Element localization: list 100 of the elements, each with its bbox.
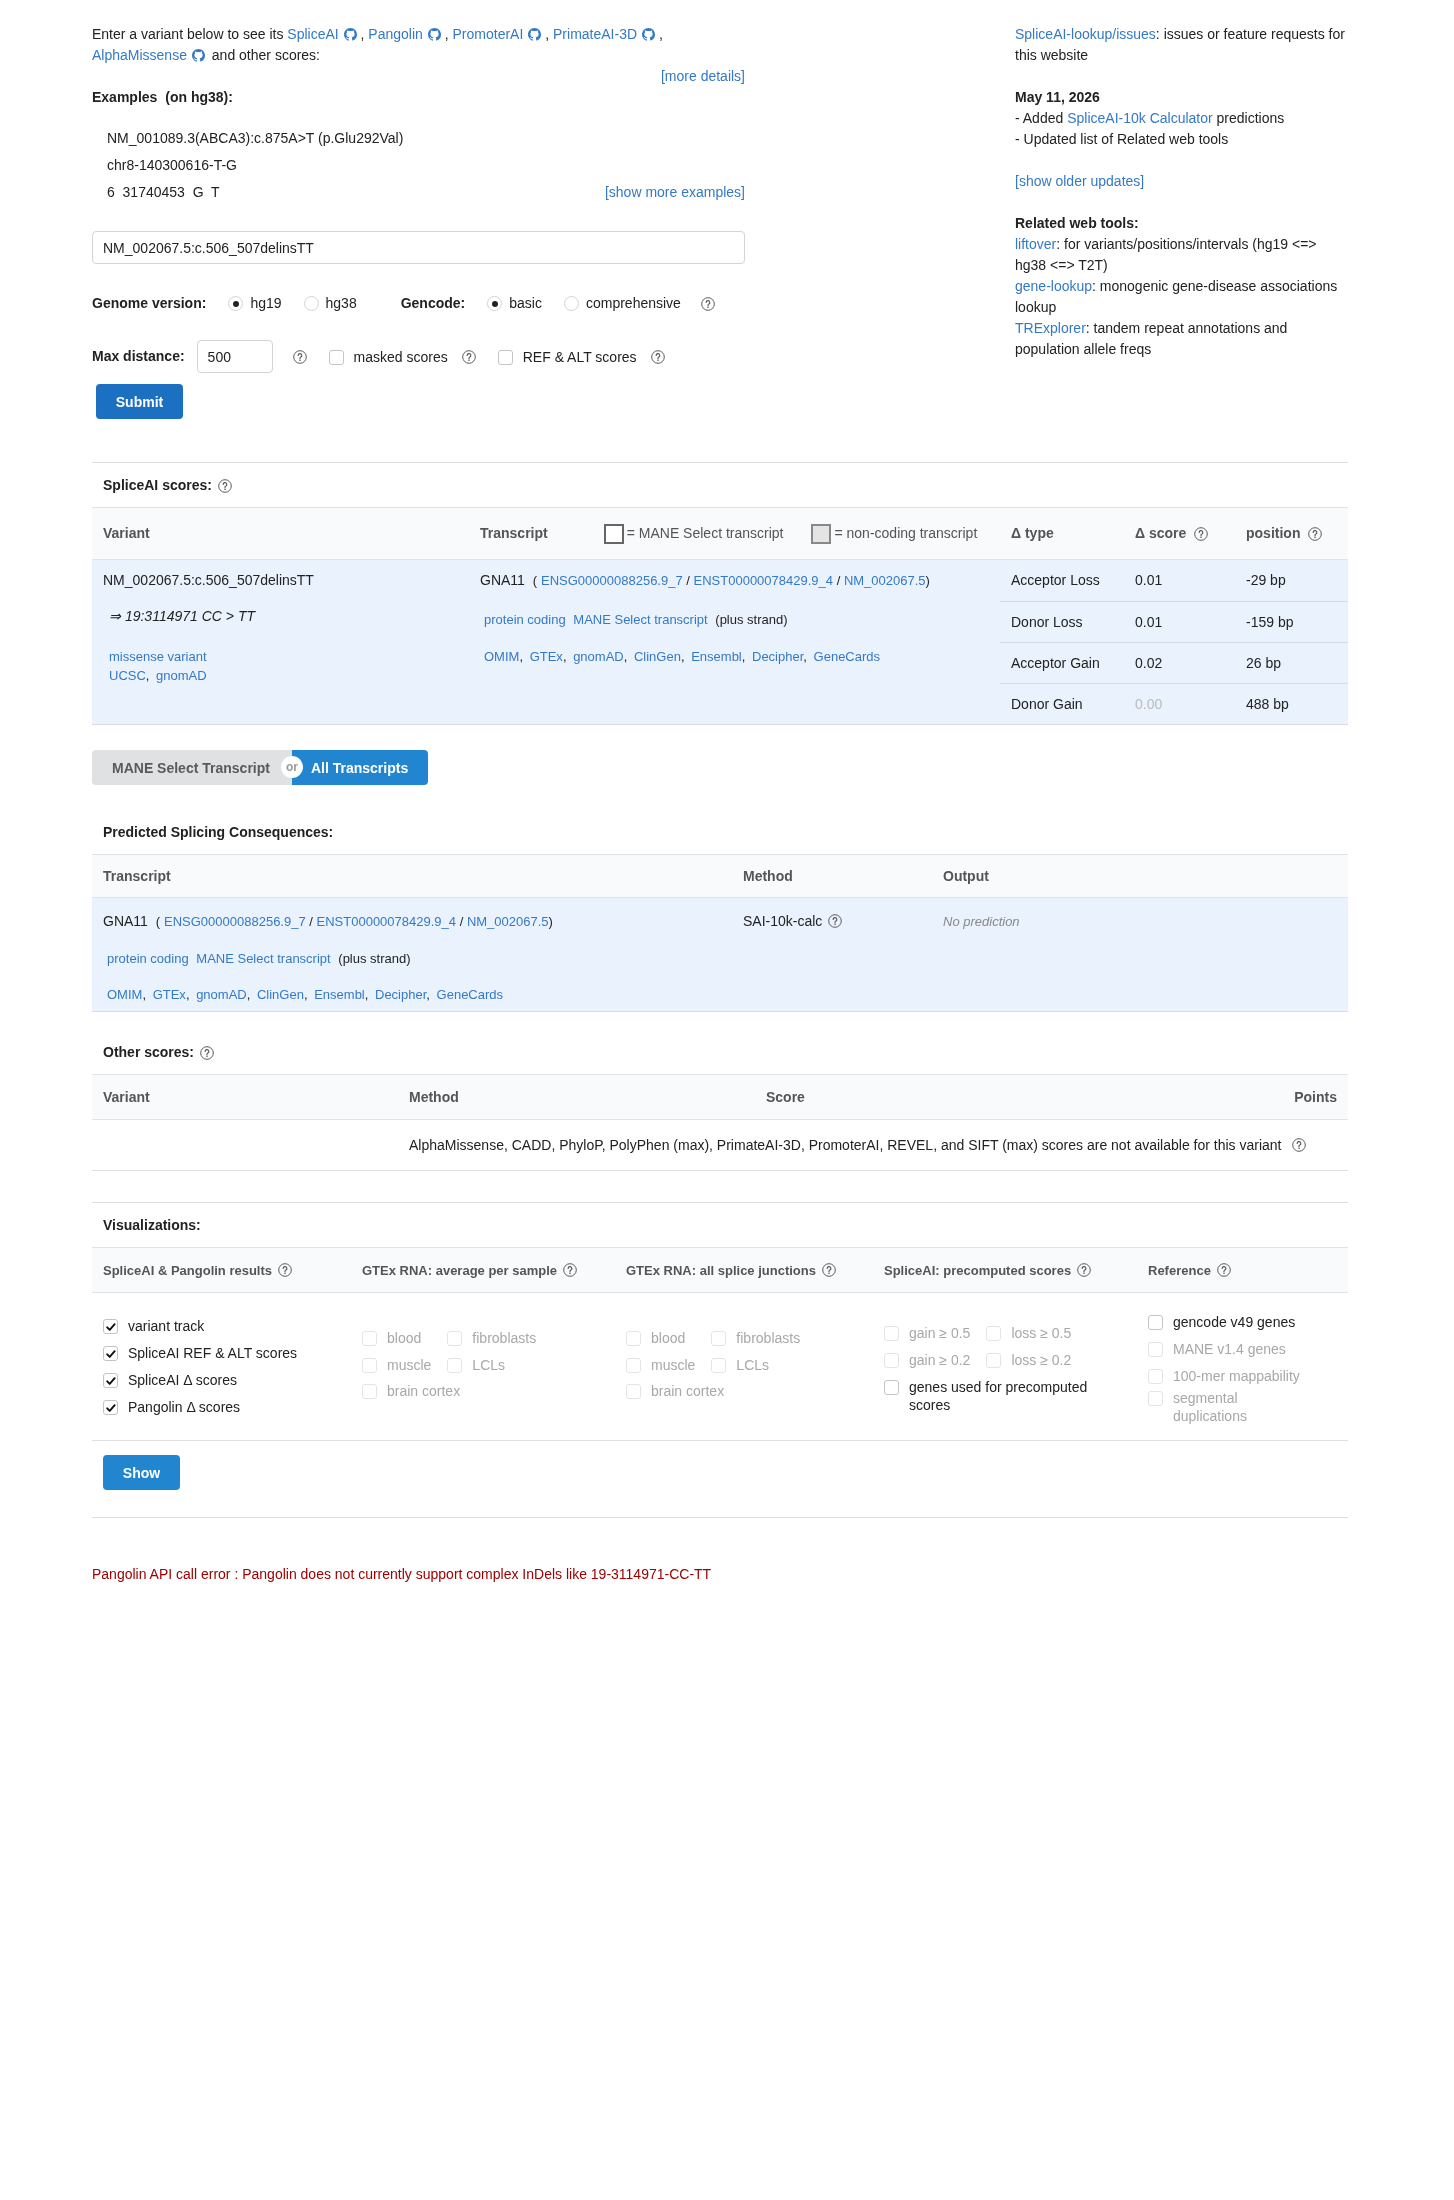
github-icon bbox=[191, 49, 205, 62]
external-link[interactable]: Decipher bbox=[375, 986, 427, 1002]
section-title: Visualizations: bbox=[103, 1216, 201, 1235]
help-icon[interactable] bbox=[1077, 1263, 1092, 1277]
checkbox[interactable] bbox=[103, 1319, 118, 1334]
transcript-id-link[interactable]: ENSG00000088256.9_7 bbox=[541, 572, 683, 588]
example-link[interactable]: chr8-140300616-T-G bbox=[107, 155, 404, 176]
help-icon[interactable] bbox=[563, 1263, 578, 1277]
help-icon[interactable] bbox=[828, 914, 843, 928]
related-heading: Related web tools: bbox=[1015, 214, 1140, 233]
external-link[interactable]: GTEx bbox=[529, 648, 563, 664]
help-icon[interactable] bbox=[278, 1263, 293, 1277]
transcript-id-link[interactable]: NM_002067.5 bbox=[843, 572, 926, 588]
checkbox[interactable] bbox=[328, 349, 344, 365]
external-link[interactable]: gnomAD bbox=[196, 986, 247, 1002]
section-title: Other scores: bbox=[103, 1043, 195, 1062]
field-label: Gencode: bbox=[400, 294, 466, 313]
radio-button[interactable] bbox=[303, 296, 319, 311]
checkbox[interactable] bbox=[103, 1400, 118, 1415]
delta-score: 0.01 bbox=[1135, 612, 1163, 632]
help-icon[interactable] bbox=[1194, 526, 1209, 541]
help-icon[interactable] bbox=[822, 1263, 836, 1277]
external-link[interactable]: gnomAD bbox=[573, 648, 624, 664]
news-item: - Updated list of Related web tools bbox=[1015, 130, 1230, 149]
external-link[interactable]: GTEx bbox=[152, 986, 186, 1002]
help-icon[interactable] bbox=[1308, 526, 1323, 541]
checkbox-label: Pangolin Δ scores bbox=[128, 1398, 241, 1416]
external-link[interactable]: Ensembl bbox=[691, 648, 742, 664]
transcript-id-link[interactable]: ENST00000078429.9_4 bbox=[693, 572, 834, 588]
checkbox-label: masked scores bbox=[353, 347, 448, 366]
tool-link[interactable]: PromoterAI bbox=[452, 26, 542, 42]
checkbox[interactable] bbox=[497, 349, 513, 365]
delta-position: -159 bp bbox=[1246, 612, 1294, 632]
transcript-tag-link[interactable]: MANE Select transcript bbox=[196, 950, 331, 966]
external-link[interactable]: gnomAD bbox=[156, 667, 207, 683]
tool-link[interactable]: SpliceAI bbox=[287, 26, 357, 42]
checkbox-label: REF & ALT scores bbox=[522, 347, 637, 366]
external-link[interactable]: ClinGen bbox=[633, 648, 681, 664]
help-icon[interactable] bbox=[217, 478, 232, 493]
checkbox[interactable] bbox=[884, 1379, 899, 1395]
show-button[interactable]: Show bbox=[103, 1455, 180, 1490]
checkbox[interactable] bbox=[103, 1373, 118, 1388]
intro-text: Enter a variant below to see its SpliceAI , Pangolin , PromoterAI , PrimateAI-3D , AlphaMissense and other scores: bbox=[92, 25, 664, 65]
external-link[interactable]: GeneCards bbox=[813, 648, 881, 664]
column-header: GTEx RNA: average per sample bbox=[362, 1261, 558, 1280]
external-link[interactable]: Ensembl bbox=[314, 986, 365, 1002]
tool-link[interactable]: PrimateAI-3D bbox=[553, 26, 656, 42]
section-title: SpliceAI scores: bbox=[103, 476, 212, 495]
more-details-link[interactable]: [more details] bbox=[660, 68, 745, 84]
external-link[interactable]: GeneCards bbox=[436, 986, 504, 1002]
column-header: Δ score bbox=[1135, 524, 1187, 543]
output-text: No prediction bbox=[943, 913, 1020, 929]
column-header: Output bbox=[943, 866, 989, 886]
issues-link[interactable]: SpliceAI-lookup/issues bbox=[1015, 26, 1156, 42]
external-link[interactable]: Decipher bbox=[752, 648, 804, 664]
transcript-id-link[interactable]: ENST00000078429.9_4 bbox=[316, 913, 457, 929]
example-link[interactable]: NM_001089.3(ABCA3):c.875A>T (p.Glu292Val) bbox=[107, 128, 404, 149]
help-icon[interactable] bbox=[650, 349, 665, 364]
checkbox-label: variant track bbox=[128, 1317, 205, 1335]
consequence-link[interactable]: missense variant bbox=[109, 648, 207, 664]
checkbox-label: LCLs bbox=[472, 1355, 506, 1374]
variant-input[interactable]: NM_002067.5:c.506_507delinsTT bbox=[92, 231, 745, 264]
help-icon[interactable] bbox=[700, 296, 715, 311]
external-link[interactable]: ClinGen bbox=[256, 986, 304, 1002]
github-icon bbox=[528, 28, 542, 41]
help-icon[interactable] bbox=[1216, 1263, 1231, 1277]
help-icon[interactable] bbox=[200, 1045, 215, 1060]
help-icon[interactable] bbox=[1291, 1138, 1306, 1152]
checkbox-label: MANE v1.4 genes bbox=[1173, 1339, 1286, 1358]
column-header: Transcript bbox=[480, 524, 548, 543]
radio-button[interactable] bbox=[487, 296, 503, 311]
variant-links: UCSC, gnomAD bbox=[108, 666, 208, 685]
tool-link[interactable]: AlphaMissense bbox=[92, 47, 205, 63]
radio-button[interactable] bbox=[563, 296, 579, 311]
submit-button[interactable]: Submit bbox=[96, 384, 183, 419]
more-examples-link[interactable]: [show more examples] bbox=[604, 182, 745, 203]
transcript-tag-link[interactable]: protein coding bbox=[484, 611, 566, 627]
checkbox-label: gain ≥ 0.5 bbox=[909, 1324, 971, 1342]
related-tool-link[interactable]: TRExplorer bbox=[1015, 320, 1086, 336]
max-distance-input[interactable]: 500 bbox=[196, 340, 273, 373]
transcript-id-link[interactable]: ENSG00000088256.9_7 bbox=[164, 913, 306, 929]
checkbox[interactable] bbox=[103, 1346, 118, 1361]
help-icon[interactable] bbox=[292, 349, 307, 364]
checkbox-label: loss ≥ 0.5 bbox=[1011, 1324, 1072, 1342]
transcript-id-link[interactable]: NM_002067.5 bbox=[466, 913, 549, 929]
radio-button[interactable] bbox=[228, 296, 244, 311]
transcript-tag-link[interactable]: protein coding bbox=[107, 950, 189, 966]
external-link[interactable]: UCSC bbox=[109, 667, 146, 683]
transcript-tag-link[interactable]: MANE Select transcript bbox=[573, 611, 708, 627]
column-header: GTEx RNA: all splice junctions bbox=[626, 1261, 816, 1280]
transcript-title: GNA11 ( ENSG00000088256.9_7 / ENST00000078429.9_4 / NM_002067.5) bbox=[480, 570, 931, 590]
older-updates-link[interactable]: [show older updates] bbox=[1015, 173, 1145, 189]
tool-link[interactable]: Pangolin bbox=[368, 26, 441, 42]
help-icon[interactable] bbox=[461, 349, 476, 364]
example-link[interactable]: 6 31740453 G T bbox=[107, 182, 404, 203]
news-link[interactable]: SpliceAI-10k Calculator bbox=[1067, 110, 1213, 126]
delta-position: 26 bp bbox=[1246, 653, 1282, 673]
checkbox-label: blood bbox=[651, 1328, 686, 1347]
checkbox[interactable] bbox=[1148, 1314, 1163, 1330]
checkbox-label: fibroblasts bbox=[736, 1328, 801, 1347]
